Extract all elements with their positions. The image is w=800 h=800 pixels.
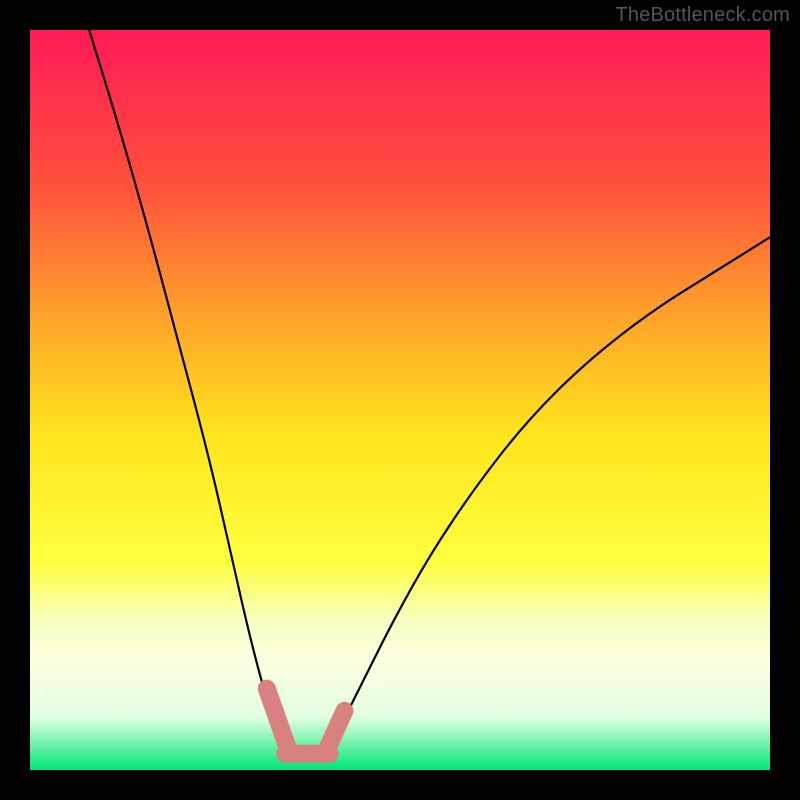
watermark-text: TheBottleneck.com <box>615 4 790 27</box>
chart-frame: TheBottleneck.com <box>0 0 800 800</box>
plot-background <box>30 30 770 770</box>
bottleneck-chart <box>0 0 800 800</box>
